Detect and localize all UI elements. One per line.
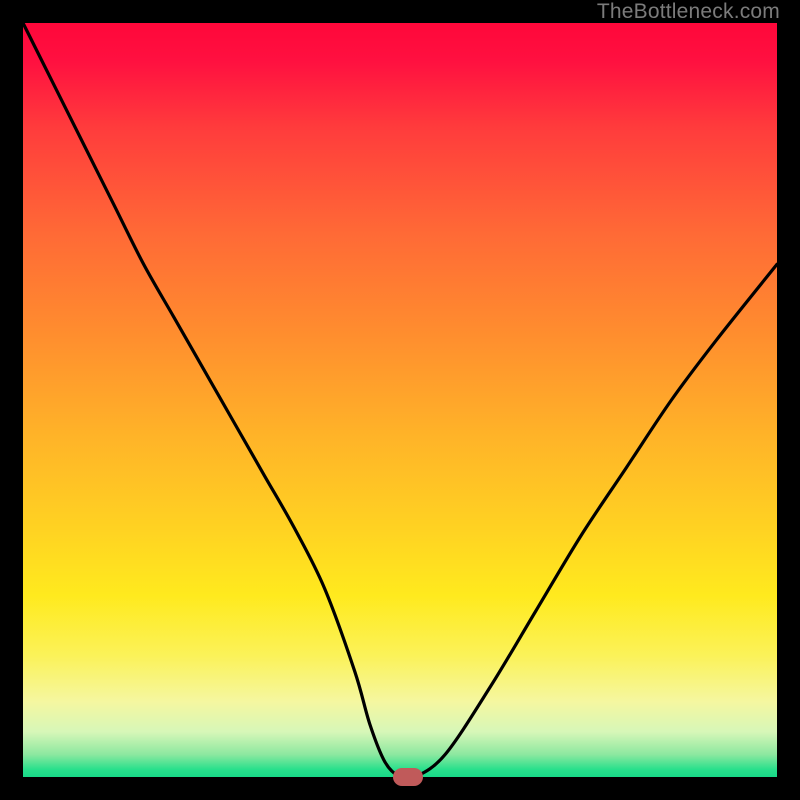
bottleneck-curve xyxy=(23,23,777,777)
minimum-marker xyxy=(393,768,423,786)
chart-frame: TheBottleneck.com xyxy=(0,0,800,800)
plot-area xyxy=(23,23,777,777)
watermark-label: TheBottleneck.com xyxy=(597,0,780,24)
